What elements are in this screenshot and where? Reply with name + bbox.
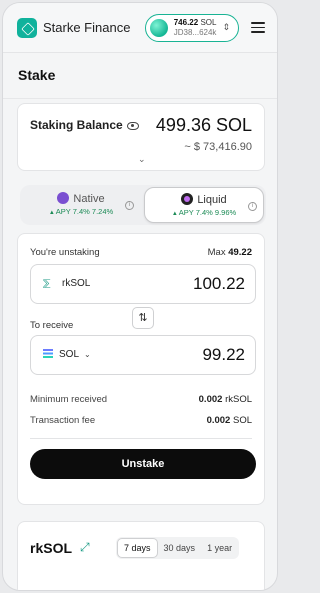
- info-icon[interactable]: i: [125, 201, 134, 210]
- wallet-balance: 746.22: [173, 17, 199, 27]
- sol-icon: [43, 349, 53, 358]
- receive-label: To receive: [30, 320, 74, 331]
- wallet-avatar-icon: [149, 18, 168, 37]
- eye-icon[interactable]: [126, 121, 139, 130]
- wallet-button[interactable]: 746.22 SOL JD38...624k ⇕: [144, 13, 239, 42]
- tab-liquid[interactable]: Liquid APY 7.4% 9.96% i: [144, 187, 264, 223]
- unstake-amount-input[interactable]: 100.22: [193, 274, 245, 294]
- expand-icon[interactable]: ⤢: [80, 540, 90, 555]
- receive-amount: 99.22: [202, 345, 245, 364]
- unstake-form: You're unstaking Max 49.22 ⅀ rkSOL 100.22…: [17, 233, 265, 505]
- tab-native[interactable]: Native APY 7.4% 7.24% i: [22, 187, 140, 223]
- range-1-year[interactable]: 1 year: [201, 538, 238, 558]
- min-received-row: Minimum received 0.002 rkSOL: [30, 394, 252, 405]
- divider: [30, 438, 252, 439]
- from-token: ⅀ rkSOL: [43, 278, 91, 289]
- liquid-apy: APY 7.4% 9.96%: [145, 208, 263, 217]
- staking-balance-card: Staking Balance 499.36 SOL ~ $ 73,416.90…: [17, 103, 265, 171]
- unstake-amount-field[interactable]: ⅀ rkSOL 100.22: [30, 264, 256, 304]
- unstake-button[interactable]: Unstake: [30, 449, 256, 479]
- rksol-chart-card: rkSOL ⤢ 7 days 30 days 1 year: [17, 521, 265, 590]
- stake-type-toggle: Native APY 7.4% 7.24% i Liquid APY 7.4% …: [20, 185, 266, 225]
- wallet-address: JD38...624k: [173, 27, 217, 37]
- staking-balance-amount: 499.36 SOL: [155, 115, 252, 135]
- unstaking-label: You're unstaking: [30, 247, 100, 258]
- fee-row: Transaction fee 0.002 SOL: [30, 415, 252, 426]
- liquid-icon: [181, 193, 194, 205]
- native-icon: [57, 192, 70, 204]
- max-amount[interactable]: Max 49.22: [208, 247, 252, 258]
- range-30-days[interactable]: 30 days: [158, 538, 202, 558]
- chart-title: rkSOL: [30, 540, 73, 556]
- tab-native-label: Native: [73, 193, 105, 205]
- wallet-info: 746.22 SOL JD38...624k: [174, 18, 217, 38]
- info-icon[interactable]: i: [248, 202, 257, 211]
- staking-balance-usd: ~ $ 73,416.90: [184, 141, 252, 153]
- top-bar: Starke Finance 746.22 SOL JD38...624k ⇕: [3, 3, 277, 53]
- range-selector: 7 days 30 days 1 year: [116, 537, 240, 559]
- starke-logo-icon[interactable]: [17, 17, 37, 38]
- brand-name[interactable]: Starke Finance: [43, 20, 145, 35]
- app-screen: Starke Finance 746.22 SOL JD38...624k ⇕ …: [2, 2, 278, 591]
- swap-direction-icon[interactable]: ⇅: [132, 307, 154, 329]
- chevron-updown-icon: ⇕: [222, 22, 230, 32]
- to-token-select[interactable]: SOL ⌄: [43, 349, 91, 360]
- page-title: Stake: [3, 53, 277, 99]
- chevron-down-icon[interactable]: ⌄: [138, 154, 146, 165]
- range-7-days[interactable]: 7 days: [117, 538, 158, 558]
- native-apy: APY 7.4% 7.24%: [22, 207, 140, 216]
- wallet-currency: SOL: [200, 17, 217, 27]
- hamburger-menu-icon[interactable]: [251, 22, 265, 33]
- rksol-icon: ⅀: [43, 278, 51, 288]
- receive-amount-field[interactable]: SOL ⌄ 99.22: [30, 335, 256, 375]
- chevron-down-icon: ⌄: [84, 350, 91, 359]
- tab-liquid-label: Liquid: [197, 194, 227, 206]
- staking-balance-label: Staking Balance: [30, 118, 139, 132]
